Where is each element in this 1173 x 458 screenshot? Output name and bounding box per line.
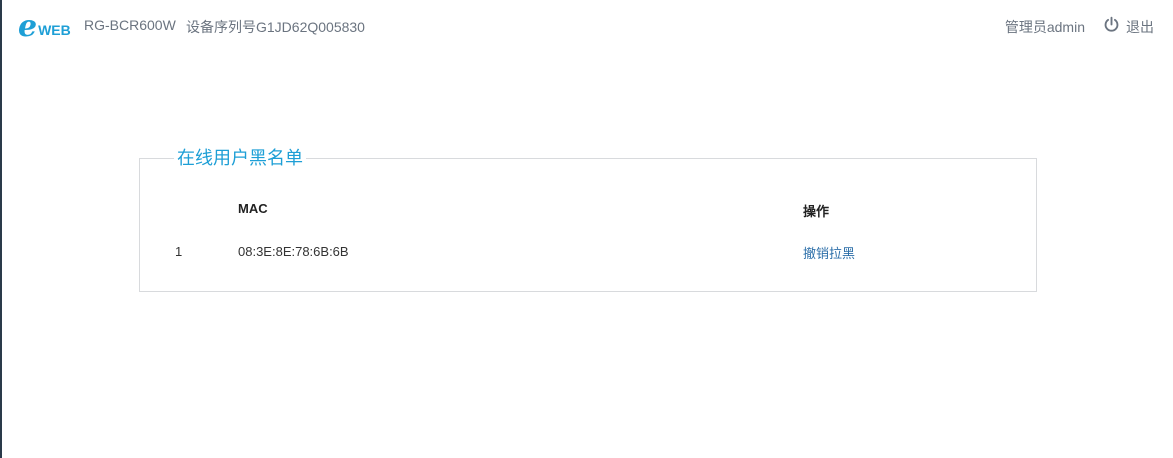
device-model: RG-BCR600W xyxy=(84,17,176,33)
page: e WEB RG-BCR600W 设备序列号G1JD62Q005830 管理员a… xyxy=(0,0,1173,458)
user-area: 管理员admin 退出 xyxy=(1005,16,1154,38)
row-mac: 08:3E:8E:78:6B:6B xyxy=(238,244,349,259)
top-bar: e WEB RG-BCR600W 设备序列号G1JD62Q005830 管理员a… xyxy=(2,0,1173,52)
logout-button[interactable]: 退出 xyxy=(1103,16,1154,38)
column-header-action: 操作 xyxy=(803,204,830,219)
row-index: 1 xyxy=(175,244,183,259)
power-icon xyxy=(1103,16,1126,38)
logout-label: 退出 xyxy=(1126,19,1154,35)
logo-letter: e xyxy=(18,9,38,44)
panel-title: 在线用户黑名单 xyxy=(174,146,306,170)
device-serial: 设备序列号G1JD62Q005830 xyxy=(186,19,365,35)
column-header-mac: MAC xyxy=(238,201,268,216)
blacklist-panel: 在线用户黑名单 MAC 操作 1 08:3E:8E:78:6B:6B 撤销拉黑 xyxy=(139,146,1037,292)
logo-text: WEB xyxy=(38,22,71,38)
admin-label: 管理员admin xyxy=(1004,19,1085,35)
eweb-logo: e WEB xyxy=(18,9,71,44)
unblock-link[interactable]: 撤销拉黑 xyxy=(803,243,855,262)
